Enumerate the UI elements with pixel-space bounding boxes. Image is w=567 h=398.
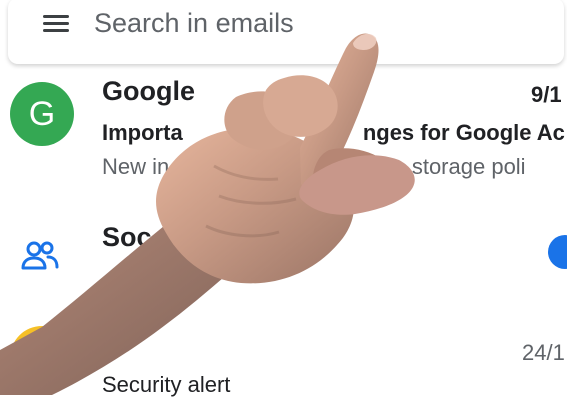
search-bar [8, 0, 564, 64]
email-snippet: New in ta storage poli [102, 154, 526, 180]
unread-count-badge [548, 235, 567, 269]
people-icon [21, 241, 59, 270]
email-app-screen: { "search": { "placeholder": "Search in … [0, 0, 567, 397]
email-subject: Importa nges for Google Ac [102, 120, 565, 146]
sender-avatar: G [10, 82, 74, 146]
category-row-social[interactable]: Soc [0, 210, 567, 310]
sender-name: G [102, 334, 124, 364]
sender-avatar: G [10, 326, 74, 390]
email-snippet: Security alert [102, 372, 231, 397]
hamburger-menu-icon[interactable] [39, 9, 73, 37]
email-date: 9/1 [531, 82, 562, 107]
email-snippet-start: New in [102, 154, 170, 179]
category-name: Soc [102, 222, 152, 252]
email-snippet-end: ta storage poli [387, 154, 526, 179]
sender-name: Google [102, 76, 195, 106]
email-date: 24/1 [522, 340, 565, 365]
search-input[interactable] [94, 6, 394, 40]
email-subject-start: Importa [102, 120, 183, 145]
email-row-google[interactable]: G Google 9/1 Importa nges for Google Ac … [0, 70, 567, 210]
email-subject-end: nges for Google Ac [362, 120, 565, 145]
email-row-security[interactable]: G G 24/1 Security alert [0, 310, 567, 397]
